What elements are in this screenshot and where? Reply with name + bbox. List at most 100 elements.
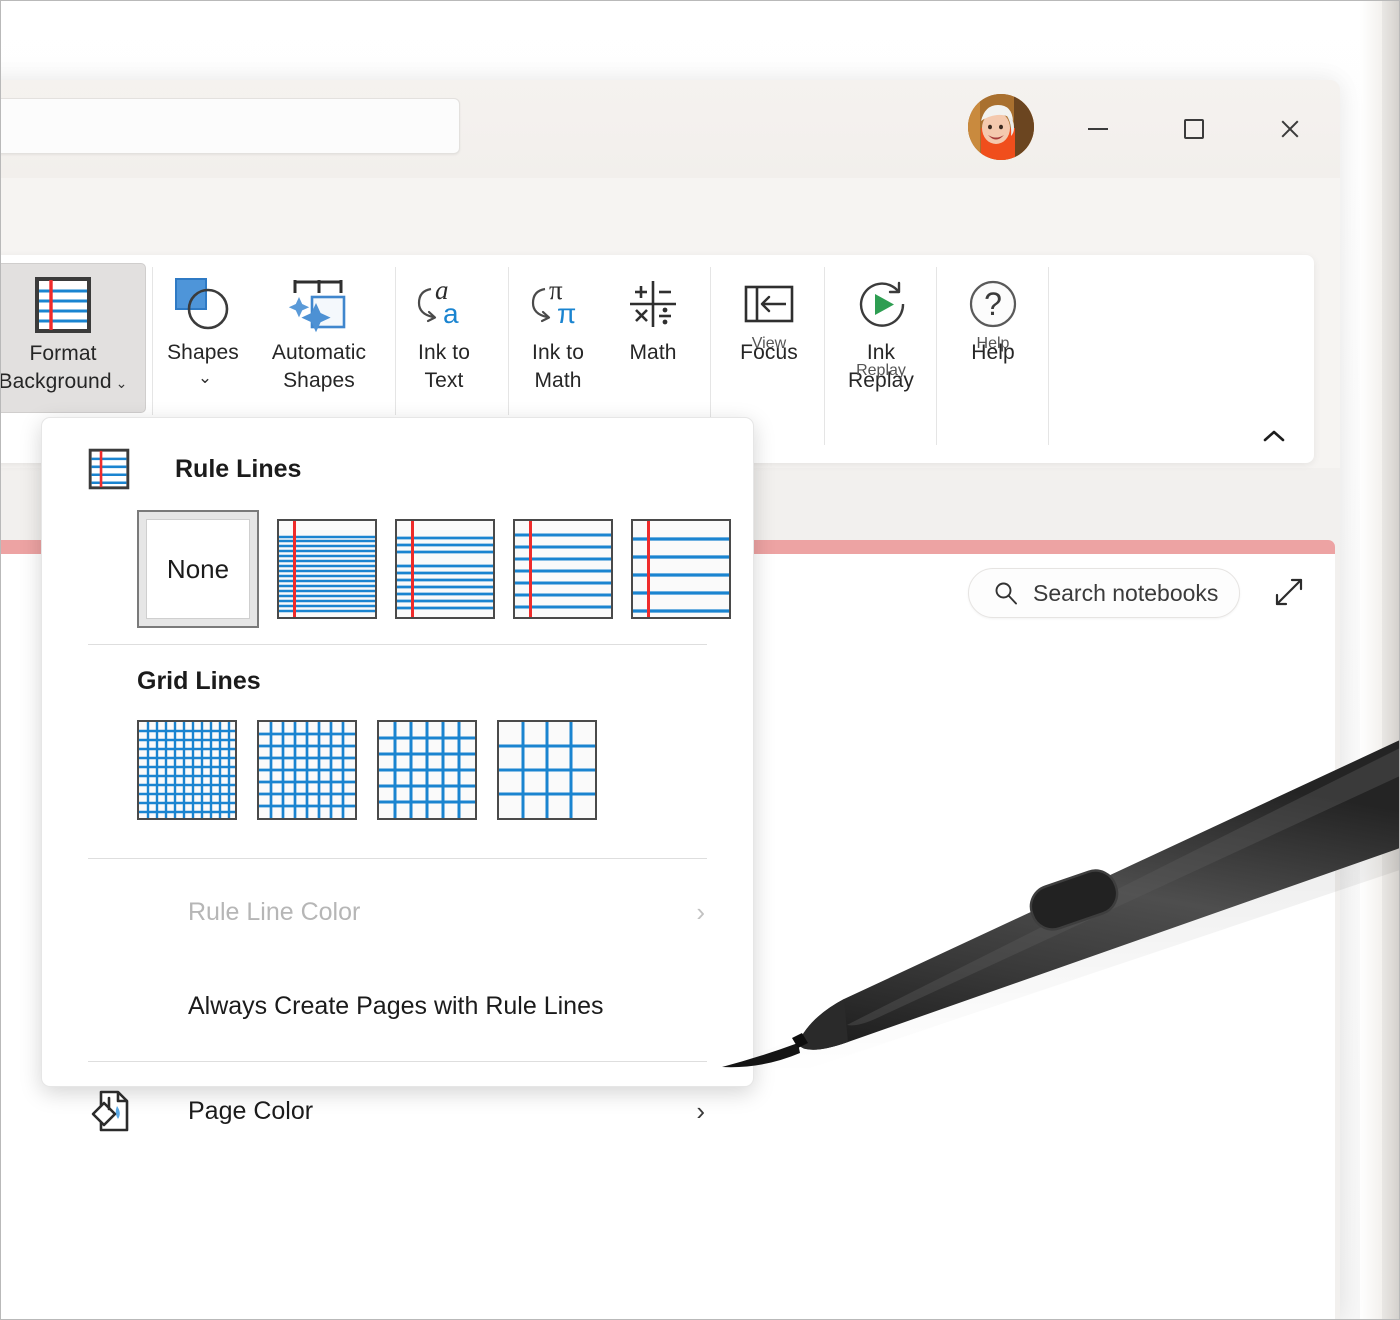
menu-header: Rule Lines	[42, 418, 753, 490]
format-background-label: Format Background⌄	[0, 340, 127, 395]
close-button[interactable]	[1242, 80, 1338, 178]
chevron-down-icon[interactable]: ⌄	[116, 375, 128, 391]
rule-line-option-college-ruled[interactable]	[395, 519, 495, 619]
grid-line-option-medium-grid[interactable]	[257, 720, 357, 820]
chevron-up-icon	[1260, 427, 1288, 445]
automatic-shapes-label-l2: Shapes	[272, 367, 366, 395]
ink-to-text-label-l1: Ink to	[418, 339, 470, 367]
search-notebooks-placeholder: Search notebooks	[1033, 580, 1218, 607]
grid-line-option-very-large-grid[interactable]	[497, 720, 597, 820]
ribbon-separator	[936, 267, 937, 445]
math-label-l1: Math	[629, 339, 676, 367]
menu-item-page-color-label: Page Color	[188, 1097, 313, 1126]
ribbon-button-ink-replay[interactable]: Ink Replay Replay	[832, 263, 930, 394]
minimize-button[interactable]	[1050, 80, 1146, 178]
ink-to-math-label-l1: Ink to	[532, 339, 584, 367]
ribbon-separator	[508, 267, 509, 415]
ink-to-text-icon: a a	[413, 275, 475, 333]
menu-item-page-color[interactable]: Page Color ›	[42, 1072, 753, 1150]
ribbon-group-view-label: View	[720, 335, 818, 353]
math-label: Math	[629, 339, 676, 367]
ink-to-text-label-l2: Text	[418, 367, 470, 395]
format-background-menu: Rule Lines None	[41, 417, 754, 1087]
ribbon-button-help[interactable]: ? Help Help	[944, 263, 1042, 367]
shapes-icon	[172, 275, 234, 333]
svg-text:π: π	[557, 298, 576, 329]
ribbon-separator	[824, 267, 825, 445]
collapse-ribbon-button[interactable]	[1260, 427, 1288, 449]
menu-item-always-create-pages[interactable]: Always Create Pages with Rule Lines	[42, 967, 753, 1045]
ribbon-button-math[interactable]: Math	[610, 263, 696, 367]
margin-line	[411, 521, 414, 617]
device-edge-inner	[1360, 0, 1382, 1320]
search-icon	[993, 580, 1019, 606]
ribbon-separator	[395, 267, 396, 415]
automatic-shapes-icon	[284, 275, 354, 333]
maximize-button[interactable]	[1146, 80, 1242, 178]
automatic-shapes-label-l1: Automatic	[272, 339, 366, 367]
menu-divider	[88, 644, 707, 645]
large-grid-preview	[379, 722, 475, 818]
ribbon-button-ink-to-text[interactable]: a a Ink to Text	[402, 263, 486, 394]
format-background-label-l2-row: Background⌄	[0, 368, 127, 396]
ribbon-button-ink-to-math[interactable]: π π Ink to Math	[516, 263, 600, 394]
ink-to-math-label: Ink to Math	[532, 339, 584, 394]
ribbon-separator	[152, 267, 153, 415]
expand-diagonal-icon[interactable]	[1270, 573, 1308, 611]
ribbon-group-replay-label: Replay	[832, 362, 930, 380]
grid-lines-title: Grid Lines	[42, 667, 753, 696]
ink-replay-icon	[850, 275, 912, 333]
search-input[interactable]	[0, 98, 460, 154]
menu-item-always-create-pages-label: Always Create Pages with Rule Lines	[188, 992, 603, 1021]
ribbon-group-help-label: Help	[944, 335, 1042, 353]
grid-line-option-large-grid[interactable]	[377, 720, 477, 820]
search-notebooks-box[interactable]: Search notebooks	[968, 568, 1240, 618]
minimize-icon	[1088, 128, 1108, 130]
menu-item-rule-line-color[interactable]: Rule Line Color ›	[42, 873, 753, 951]
svg-text:?: ?	[984, 286, 1002, 322]
rule-line-option-narrow-ruled[interactable]	[277, 519, 377, 619]
format-background-label-l2: Background	[0, 370, 112, 393]
automatic-shapes-label: Automatic Shapes	[272, 339, 366, 394]
menu-item-rule-line-color-label: Rule Line Color	[188, 898, 360, 927]
maximize-icon	[1184, 119, 1204, 139]
page-color-icon	[88, 1089, 138, 1133]
rule-line-option-wide-ruled[interactable]	[631, 519, 731, 619]
ribbon-button-format-background[interactable]: Format Background⌄	[0, 263, 146, 413]
rule-lines-swatch-row: None	[42, 510, 753, 628]
grid-line-option-small-grid[interactable]	[137, 720, 237, 820]
grid-lines-swatch-row	[42, 720, 753, 820]
screenshot-root: Search notebooks	[0, 0, 1400, 1320]
rule-lines-icon	[88, 448, 130, 490]
ribbon-button-shapes[interactable]: Shapes ⌄	[160, 263, 246, 389]
svg-text:a: a	[443, 298, 459, 329]
ink-to-math-icon: π π	[527, 275, 589, 333]
rule-line-none-label: None	[146, 519, 250, 619]
ink-to-text-label: Ink to Text	[418, 339, 470, 394]
medium-grid-preview	[259, 722, 355, 818]
rule-lines-icon	[34, 276, 92, 334]
small-grid-preview	[139, 722, 235, 818]
margin-line	[647, 521, 650, 617]
chevron-right-icon: ›	[696, 1098, 705, 1124]
shapes-label: Shapes ⌄	[167, 339, 239, 389]
math-icon	[622, 275, 684, 333]
format-background-label-l1: Format	[0, 340, 127, 368]
chevron-down-icon[interactable]: ⌄	[171, 367, 239, 389]
focus-icon	[738, 275, 800, 333]
rule-line-option-standard-ruled[interactable]	[513, 519, 613, 619]
ribbon-button-automatic-shapes[interactable]: Automatic Shapes	[256, 263, 382, 394]
margin-line	[293, 521, 296, 617]
menu-divider	[88, 1061, 707, 1062]
avatar[interactable]	[968, 94, 1034, 160]
chevron-right-icon: ›	[696, 899, 705, 925]
device-edge-outer	[1382, 0, 1400, 1320]
shapes-label-l1: Shapes	[167, 339, 239, 367]
title-bar	[0, 80, 1340, 178]
help-icon: ?	[962, 275, 1024, 333]
menu-header-title: Rule Lines	[175, 455, 301, 484]
ribbon-separator	[1048, 267, 1049, 445]
ribbon-button-focus[interactable]: Focus View	[720, 263, 818, 367]
avatar-image	[968, 94, 1034, 160]
rule-line-option-none[interactable]: None	[137, 510, 259, 628]
